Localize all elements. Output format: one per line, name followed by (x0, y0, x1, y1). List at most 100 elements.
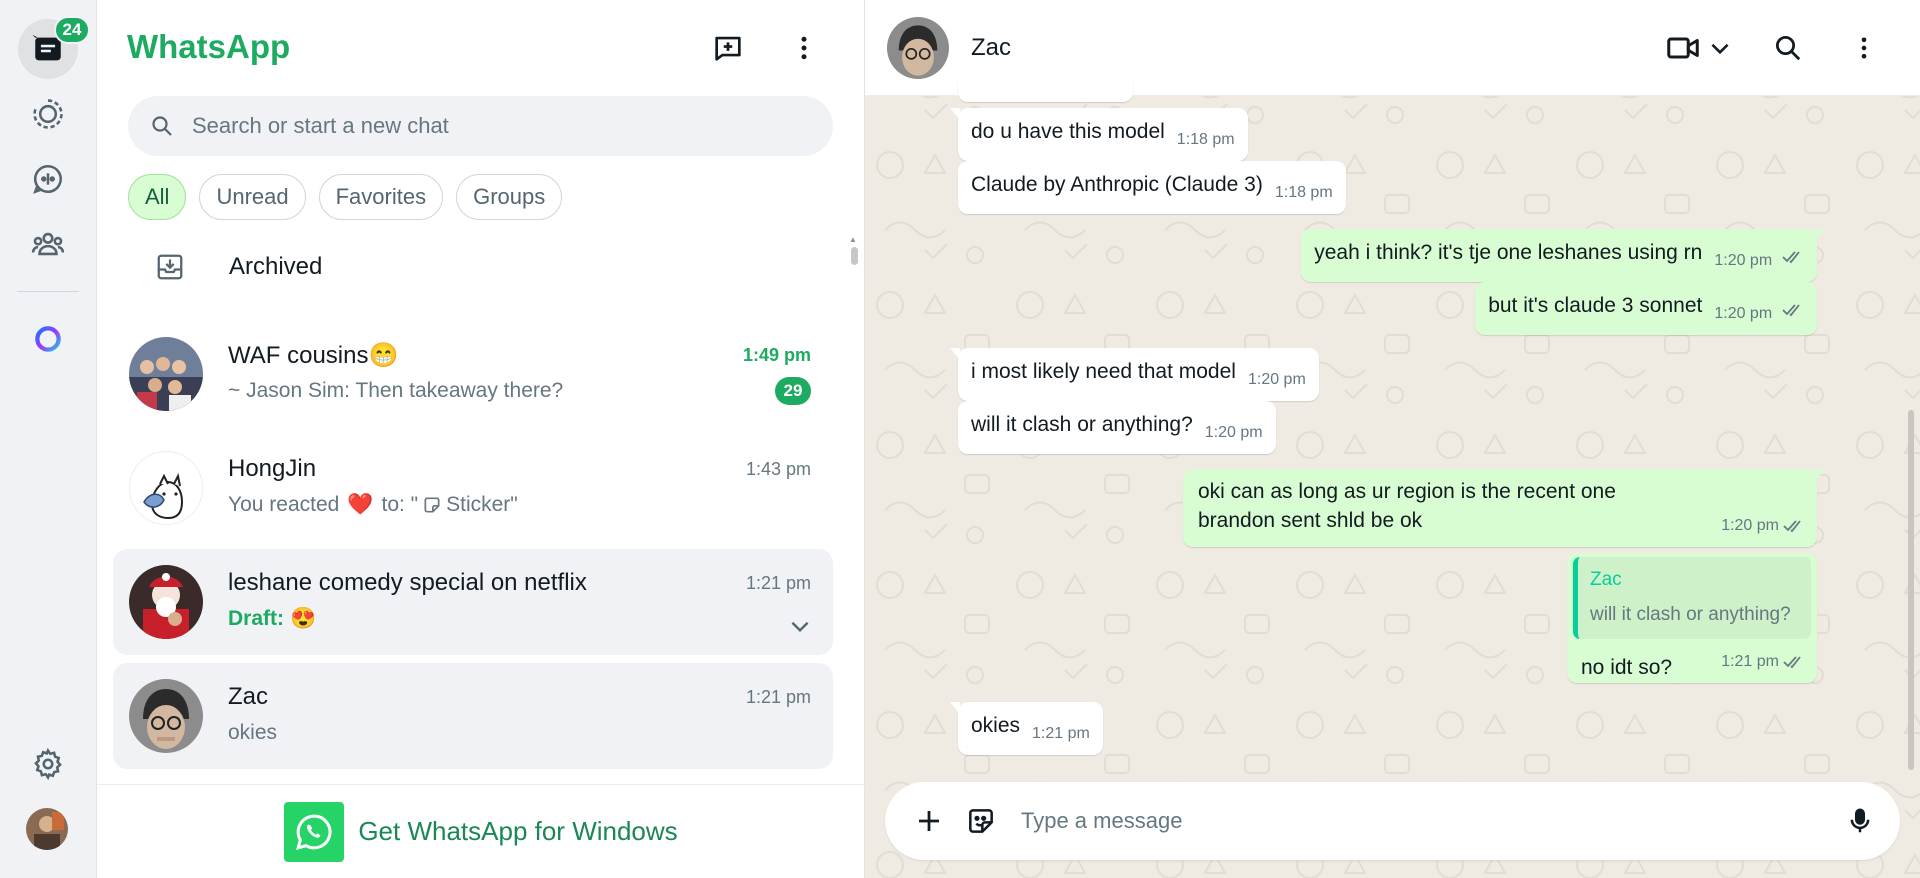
archived-label: Archived (229, 253, 323, 280)
message-bubble-incoming[interactable]: i most likely need that model 1:20 pm (950, 348, 1319, 401)
message-bubble-outgoing[interactable]: oki can as long as ur region is the rece… (1183, 469, 1825, 547)
message-input[interactable] (1021, 808, 1801, 834)
navigation-rail: 24 (0, 0, 97, 878)
chats-nav-button[interactable]: 24 (18, 16, 90, 79)
filter-favorites[interactable]: Favorites (318, 174, 444, 220)
message-bubble-partial (958, 70, 1133, 102)
new-chat-icon (715, 36, 741, 61)
message-text: oki can as long as ur region is the rece… (1198, 480, 1616, 532)
chat-options-button[interactable] (787, 613, 813, 644)
search-bar[interactable] (128, 96, 833, 156)
filter-all[interactable]: All (128, 174, 187, 220)
chat-item-leshane-comedy[interactable]: leshane comedy special on netflix 1:21 p… (113, 549, 833, 655)
chat-time: 1:21 pm (745, 687, 811, 707)
settings-nav-button[interactable] (18, 734, 78, 794)
conversation-panel: Zac do u have this model 1:18 pm Claude b… (865, 0, 1920, 878)
message-bubble-incoming[interactable]: do u have this model 1:18 pm (950, 108, 1248, 161)
contact-avatar[interactable] (887, 17, 949, 79)
bubble-tail (950, 108, 960, 120)
message-meta: 1:21 pm (1721, 647, 1805, 676)
search-messages-button[interactable] (1773, 28, 1803, 68)
chat-time: 1:21 pm (745, 573, 811, 593)
chat-time: 1:49 pm (742, 345, 811, 365)
filter-groups[interactable]: Groups (456, 174, 563, 220)
rail-divider (17, 291, 79, 292)
chat-avatar (129, 451, 203, 525)
conversation-scrollbar[interactable] (1908, 410, 1914, 770)
chat-item-hongjin[interactable]: HongJin 1:43 pm You reacted ❤️ to: " Sti… (113, 435, 833, 541)
chat-name: WAF cousins😁 (228, 342, 399, 369)
chat-preview: ~ Jason Sim: Then takeaway there? (228, 379, 564, 402)
chevron-down-icon (1711, 43, 1729, 55)
message-bubble-incoming[interactable]: okies 1:21 pm (950, 702, 1103, 755)
quoted-message[interactable]: Zac will it clash or anything? (1573, 557, 1811, 639)
chat-item-zac[interactable]: Zac 1:21 pm okies (113, 663, 833, 769)
search-icon (1776, 36, 1801, 61)
attach-button[interactable] (907, 799, 951, 843)
message-bubble-outgoing[interactable]: yeah i think? it's tje one leshanes usin… (1301, 229, 1825, 282)
communities-icon (31, 232, 65, 256)
message-bubble-outgoing-reply[interactable]: Zac will it clash or anything? no idt so… (1567, 553, 1817, 683)
archived-row[interactable]: Archived (155, 252, 322, 282)
status-nav-button[interactable] (18, 84, 78, 144)
new-chat-button[interactable] (708, 28, 748, 68)
message-bubble-incoming[interactable]: Claude by Anthropic (Claude 3) 1:18 pm (958, 161, 1346, 214)
whatsapp-logo-icon (284, 801, 345, 862)
chat-list-panel: WhatsApp All Unread Favorites Groups Arc… (97, 0, 865, 878)
sticker-icon (969, 809, 993, 833)
chat-name: Zac (228, 683, 269, 710)
chat-avatar (129, 337, 203, 411)
more-vertical-icon (1861, 37, 1867, 59)
chat-preview: Draft: 😍 (228, 607, 317, 630)
chevron-down-icon (791, 621, 809, 633)
read-receipt-icon (1782, 304, 1800, 317)
chat-list-scrollbar[interactable] (851, 247, 858, 265)
profile-avatar[interactable] (26, 808, 68, 850)
more-vertical-icon (801, 36, 807, 60)
quoted-sender: Zac (1590, 569, 1622, 590)
scroll-up-arrow[interactable]: ▲ (849, 235, 857, 244)
chat-name: HongJin (228, 455, 317, 482)
channels-icon (33, 164, 62, 194)
get-whatsapp-banner[interactable]: Get WhatsApp for Windows (97, 784, 865, 878)
status-icon (33, 99, 63, 129)
meta-ai-icon (35, 326, 61, 352)
message-bubble-incoming[interactable]: will it clash or anything? 1:20 pm (958, 401, 1276, 454)
communities-nav-button[interactable] (18, 214, 78, 274)
contact-name[interactable]: Zac (971, 34, 1011, 62)
video-call-button[interactable] (1665, 28, 1733, 68)
bubble-tail (1815, 229, 1825, 241)
menu-button[interactable] (784, 28, 824, 68)
gear-icon (34, 747, 62, 781)
bubble-tail (1815, 469, 1825, 481)
read-receipt-icon (1783, 655, 1801, 668)
quoted-text: will it clash or anything? (1590, 604, 1791, 625)
chat-item-waf-cousins[interactable]: WAF cousins😁 1:49 pm ~ Jason Sim: Then t… (113, 321, 833, 427)
draft-label: Draft: (228, 607, 284, 630)
chat-name: leshane comedy special on netflix (228, 569, 587, 596)
message-meta: 1:20 pm (1721, 511, 1805, 540)
bubble-tail (950, 702, 960, 714)
sticker-icon (424, 497, 440, 513)
voice-message-button[interactable] (1838, 799, 1882, 843)
read-receipt-icon (1783, 519, 1801, 532)
unread-chats-badge: 24 (54, 16, 90, 44)
filter-unread[interactable]: Unread (199, 174, 306, 220)
meta-ai-button[interactable] (18, 309, 78, 369)
chat-avatar (129, 565, 203, 639)
message-bubble-outgoing[interactable]: but it's claude 3 sonnet 1:20 pm (1475, 282, 1817, 335)
read-receipt-icon (1782, 251, 1800, 264)
sticker-button[interactable] (959, 799, 1003, 843)
video-camera-icon (1667, 37, 1699, 59)
archive-icon (157, 254, 183, 280)
message-composer (885, 782, 1900, 860)
conversation-menu-button[interactable] (1850, 28, 1878, 68)
app-title: WhatsApp (127, 28, 291, 65)
microphone-icon (1850, 808, 1870, 833)
chat-time: 1:43 pm (745, 459, 811, 479)
reaction-emoji: ❤️ (347, 493, 374, 516)
channels-nav-button[interactable] (18, 149, 78, 209)
plus-icon (919, 811, 939, 831)
search-input[interactable] (192, 113, 792, 139)
chat-avatar (129, 679, 203, 753)
